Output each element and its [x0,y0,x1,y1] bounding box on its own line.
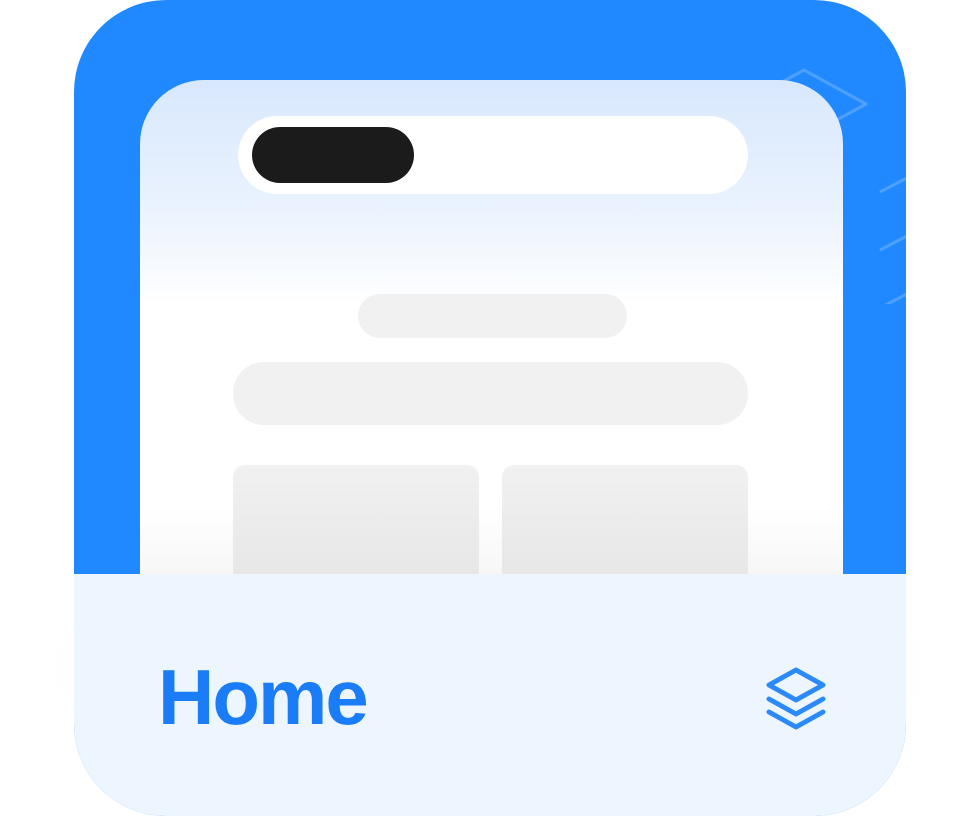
app-screen-preview [140,80,843,640]
text-line-placeholder-short [358,294,627,338]
card-footer: Home [74,574,906,816]
dark-pill-placeholder [252,127,414,183]
home-card[interactable]: Home [74,0,906,816]
text-line-placeholder-long [233,362,748,425]
card-title: Home [158,653,369,741]
search-bar-placeholder [238,116,748,194]
home-tile-stage: Home [0,0,980,816]
layers-icon [766,667,826,730]
